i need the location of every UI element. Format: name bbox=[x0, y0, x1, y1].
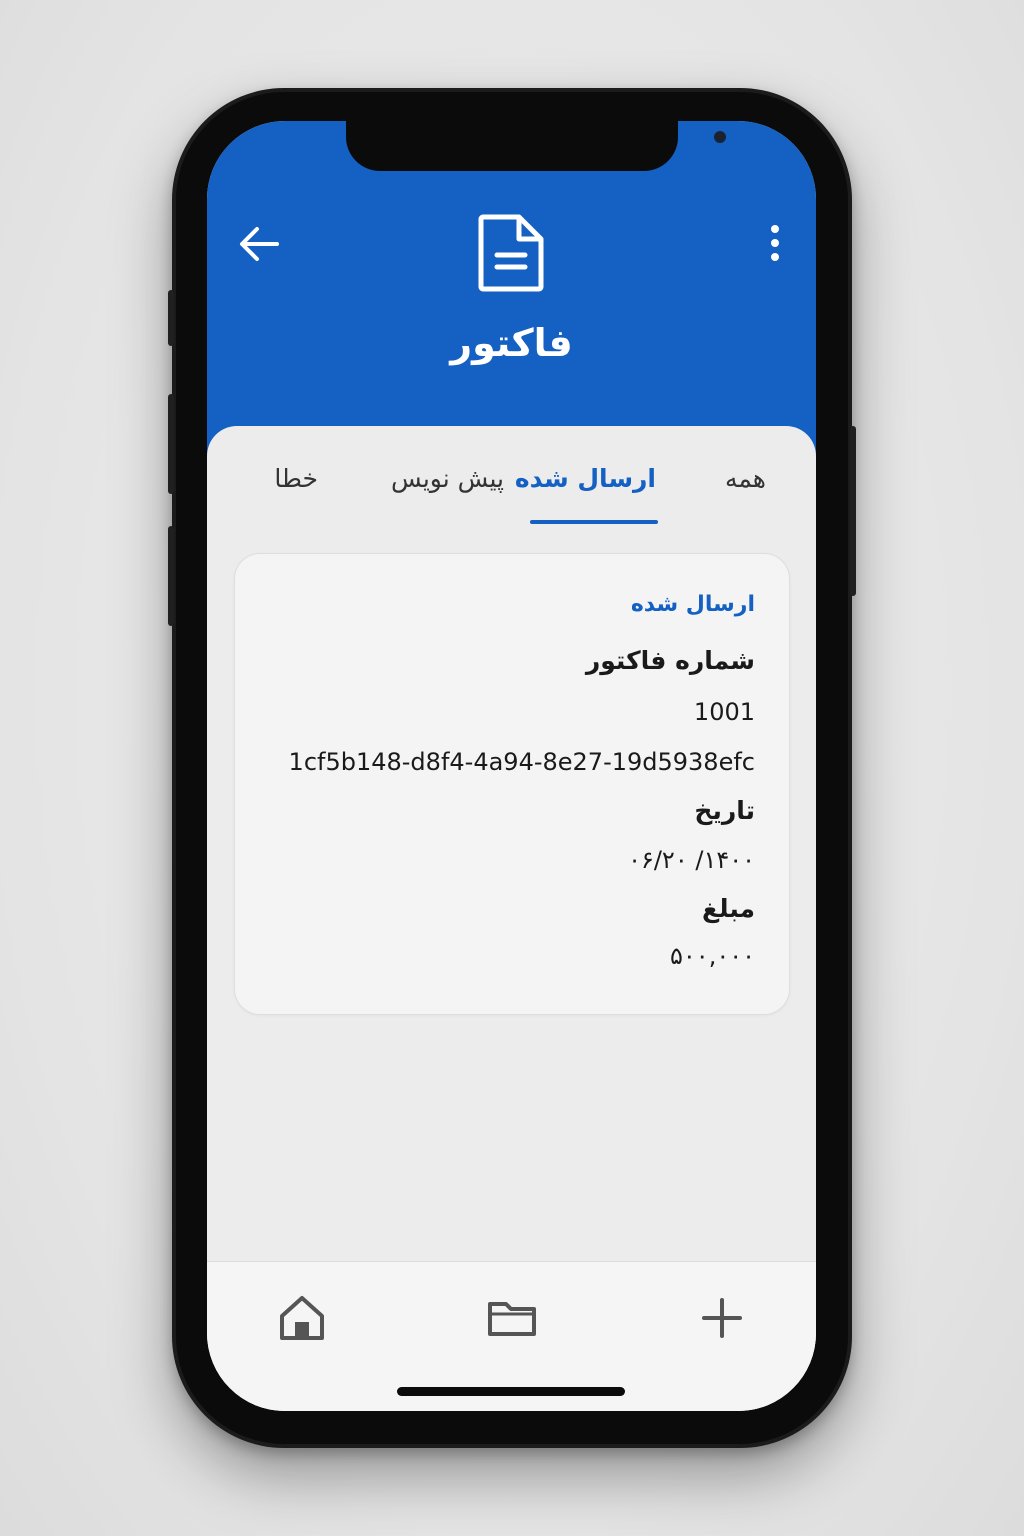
active-tab-indicator bbox=[530, 520, 658, 524]
more-menu-button[interactable] bbox=[755, 217, 795, 271]
tab-bar: همه ارسال شده پیش نویس خطا bbox=[207, 426, 816, 526]
volume-up-button bbox=[168, 394, 174, 494]
invoice-number-label: شماره فاکتور bbox=[585, 646, 755, 675]
invoice-number-value: 1001 bbox=[693, 698, 755, 726]
action-button bbox=[168, 290, 174, 346]
power-button bbox=[850, 426, 856, 596]
phone-screen: فاکتور همه ارسال شده پیش نویس خطا ارسال … bbox=[207, 121, 816, 1411]
invoice-uuid: 1cf5b148-d8f4-4a94-8e27-19d5938efc bbox=[288, 748, 755, 776]
tab-sent[interactable]: ارسال شده bbox=[515, 464, 656, 493]
home-icon bbox=[280, 1296, 324, 1340]
amount-value: ۵۰۰,۰۰۰ bbox=[670, 942, 755, 970]
notch bbox=[346, 121, 726, 171]
document-icon bbox=[475, 213, 549, 293]
tab-all[interactable]: همه bbox=[725, 464, 766, 493]
more-vertical-icon bbox=[771, 225, 779, 261]
volume-down-button bbox=[168, 526, 174, 626]
front-camera bbox=[714, 131, 726, 143]
tab-draft[interactable]: پیش نویس bbox=[391, 464, 504, 493]
plus-icon bbox=[702, 1298, 742, 1338]
arrow-left-icon bbox=[240, 227, 279, 261]
back-button[interactable] bbox=[233, 217, 287, 271]
nav-home-button[interactable] bbox=[274, 1290, 330, 1346]
stage: فاکتور همه ارسال شده پیش نویس خطا ارسال … bbox=[0, 0, 1024, 1536]
page-title: فاکتور bbox=[450, 321, 573, 365]
tab-error[interactable]: خطا bbox=[274, 464, 318, 493]
home-indicator bbox=[397, 1387, 625, 1396]
amount-label: مبلغ bbox=[702, 894, 755, 923]
bottom-navigation bbox=[207, 1261, 816, 1411]
nav-add-button[interactable] bbox=[694, 1290, 750, 1346]
date-label: تاریخ bbox=[694, 796, 755, 825]
folder-icon bbox=[488, 1302, 536, 1336]
invoice-card[interactable]: ارسال شده شماره فاکتور 1001 1cf5b148-d8f… bbox=[234, 553, 790, 1015]
status-badge: ارسال شده bbox=[630, 592, 755, 617]
date-value: ۱۴۰۰/ ۰۶/۲۰ bbox=[628, 846, 755, 874]
nav-folder-button[interactable] bbox=[484, 1290, 540, 1346]
